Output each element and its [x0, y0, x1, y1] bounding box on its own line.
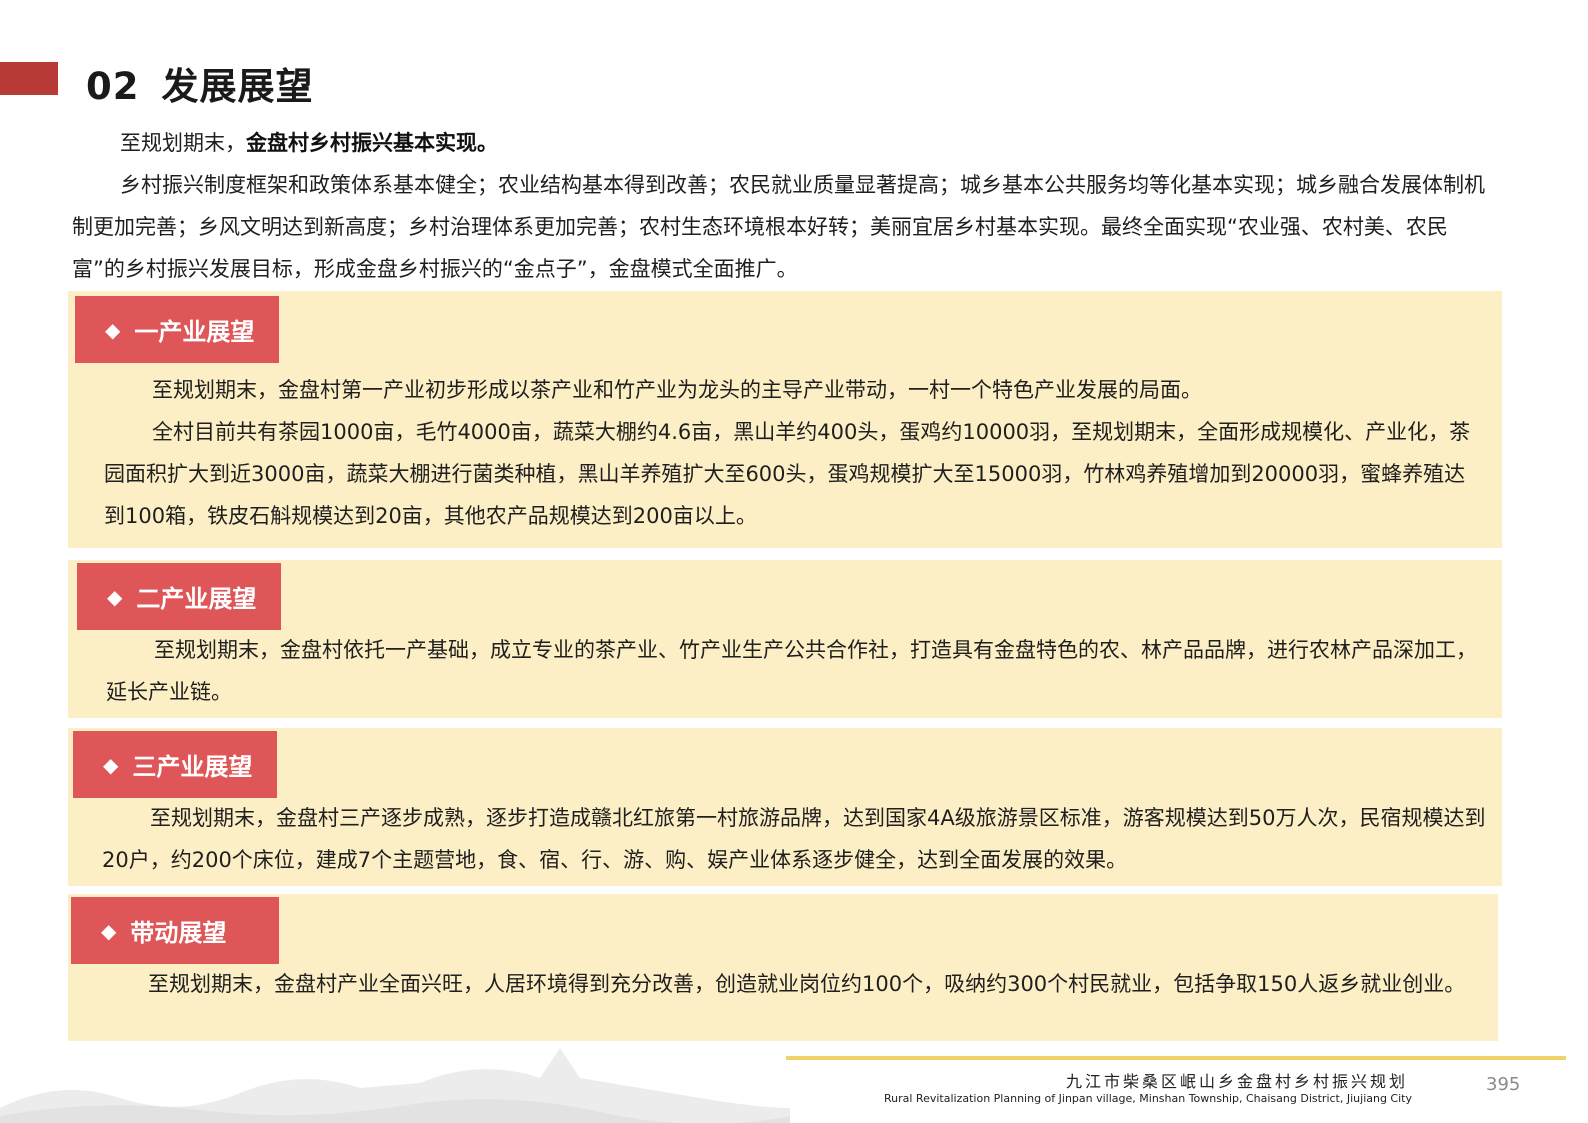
- section-tag: ◆ 三产业展望: [73, 731, 277, 798]
- section-tag-label: 二产业展望: [136, 585, 257, 613]
- section-card-primary-industry: ◆ 一产业展望 至规划期末，金盘村第一产业初步形成以茶产业和竹产业为龙头的主导产…: [68, 291, 1502, 548]
- section-body: 至规划期末，金盘村依托一产基础，成立专业的茶产业、竹产业生产公共合作社，打造具有…: [106, 629, 1480, 713]
- section-number: 02: [86, 65, 140, 108]
- section-card-secondary-industry: ◆ 二产业展望 至规划期末，金盘村依托一产基础，成立专业的茶产业、竹产业生产公共…: [68, 560, 1502, 718]
- diamond-icon: ◆: [101, 918, 117, 943]
- intro-lead-bold: 金盘村乡村振兴基本实现。: [246, 131, 498, 155]
- section-paragraph: 至规划期末，金盘村第一产业初步形成以茶产业和竹产业为龙头的主导产业带动，一村一个…: [152, 378, 1202, 402]
- section-tag: ◆ 一产业展望: [75, 296, 279, 363]
- intro-lead: 至规划期末，金盘村乡村振兴基本实现。: [72, 122, 1500, 164]
- page-title: 02 发展展望: [86, 56, 314, 110]
- title-accent-bar: [0, 62, 58, 95]
- intro-block: 至规划期末，金盘村乡村振兴基本实现。 乡村振兴制度框架和政策体系基本健全；农业结…: [72, 122, 1500, 290]
- footer-divider: [786, 1056, 1566, 1060]
- section-tag-label: 带动展望: [130, 919, 227, 947]
- diamond-icon: ◆: [107, 584, 123, 609]
- diamond-icon: ◆: [103, 752, 119, 777]
- page-number: 395: [1486, 1074, 1521, 1095]
- section-tag: ◆ 带动展望: [71, 897, 279, 964]
- section-paragraph: 全村目前共有茶园1000亩，毛竹4000亩，蔬菜大棚约4.6亩，黑山羊约400头…: [104, 420, 1471, 528]
- section-paragraph: 至规划期末，金盘村三产逐步成熟，逐步打造成赣北红旅第一村旅游品牌，达到国家4A级…: [102, 806, 1486, 872]
- section-card-tertiary-industry: ◆ 三产业展望 至规划期末，金盘村三产逐步成熟，逐步打造成赣北红旅第一村旅游品牌…: [68, 728, 1502, 886]
- section-body: 至规划期末，金盘村第一产业初步形成以茶产业和竹产业为龙头的主导产业带动，一村一个…: [104, 369, 1480, 537]
- section-paragraph: 至规划期末，金盘村产业全面兴旺，人居环境得到充分改善，创造就业岗位约100个，吸…: [148, 972, 1466, 996]
- intro-paragraph: 乡村振兴制度框架和政策体系基本健全；农业结构基本得到改善；农民就业质量显著提高；…: [72, 173, 1485, 281]
- section-tag-label: 三产业展望: [132, 753, 253, 781]
- section-body: 至规划期末，金盘村三产逐步成熟，逐步打造成赣北红旅第一村旅游品牌，达到国家4A级…: [102, 797, 1494, 881]
- diamond-icon: ◆: [105, 317, 121, 342]
- section-card-drive: ◆ 带动展望 至规划期末，金盘村产业全面兴旺，人居环境得到充分改善，创造就业岗位…: [68, 894, 1498, 1041]
- section-tag: ◆ 二产业展望: [77, 563, 281, 630]
- intro-lead-plain: 至规划期末，: [120, 131, 246, 155]
- section-body: 至规划期末，金盘村产业全面兴旺，人居环境得到充分改善，创造就业岗位约100个，吸…: [100, 963, 1476, 1005]
- section-paragraph: 至规划期末，金盘村依托一产基础，成立专业的茶产业、竹产业生产公共合作社，打造具有…: [106, 638, 1477, 704]
- section-tag-label: 一产业展望: [134, 318, 255, 346]
- footer-title-en: Rural Revitalization Planning of Jinpan …: [884, 1092, 1412, 1105]
- section-title: 发展展望: [161, 65, 314, 108]
- decorative-silhouette: [0, 1048, 790, 1123]
- footer-title-cn: 九江市柴桑区岷山乡金盘村乡村振兴规划: [1066, 1072, 1409, 1091]
